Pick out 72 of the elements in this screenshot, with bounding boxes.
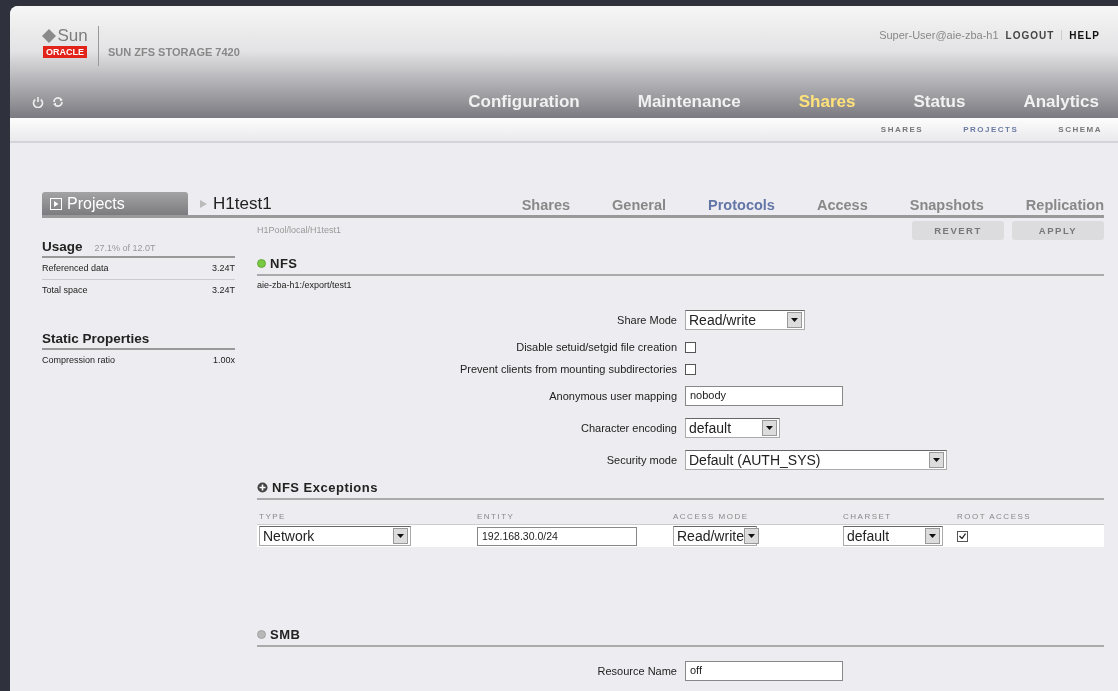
refresh-icon[interactable] bbox=[52, 96, 64, 108]
field-label: Character encoding bbox=[580, 422, 677, 434]
field-label: Resource Name bbox=[596, 665, 677, 677]
column-header: ROOT ACCESS bbox=[957, 512, 1033, 521]
dropdown[interactable]: Default (AUTH_SYS) bbox=[685, 450, 947, 470]
sub-nav-tab[interactable]: SCHEMA bbox=[1058, 125, 1102, 134]
column-header: ENTITY bbox=[477, 512, 516, 521]
input-field[interactable]: off bbox=[685, 661, 843, 681]
caret-icon bbox=[925, 528, 940, 544]
checkbox[interactable] bbox=[685, 341, 696, 353]
caret-icon bbox=[929, 452, 944, 468]
mount-path: aie-zba-h1:/export/test1 bbox=[257, 280, 353, 290]
column-header: TYPE bbox=[259, 512, 287, 521]
section-title: NFS Exceptions bbox=[272, 480, 378, 495]
section-title: SMB bbox=[270, 627, 301, 642]
panel-icon bbox=[50, 197, 62, 210]
user-name: Super-User@aie-zba-h1 bbox=[879, 29, 999, 41]
sub-nav-tab[interactable]: PROJECTS bbox=[963, 125, 1019, 134]
section-title: Usage bbox=[42, 239, 83, 254]
arrow-icon bbox=[200, 200, 207, 208]
caret-icon bbox=[393, 528, 408, 544]
field-label: Anonymous user mapping bbox=[548, 390, 677, 402]
property-label: Referenced data bbox=[42, 263, 109, 273]
field-label: Prevent clients from mounting subdirectories bbox=[458, 363, 677, 375]
product-name: SUN ZFS STORAGE 7420 bbox=[108, 46, 240, 58]
property-value: 3.24T bbox=[212, 263, 235, 273]
oracle-logo: ORACLE bbox=[43, 46, 87, 58]
checkbox[interactable] bbox=[685, 363, 696, 375]
property-label: Total space bbox=[42, 285, 88, 295]
logout-link[interactable]: LOGOUT bbox=[1005, 29, 1055, 41]
dropdown[interactable]: Read/write bbox=[685, 310, 805, 330]
caret-icon bbox=[743, 528, 759, 544]
usage-summary: 27.1% of 12.0T bbox=[94, 243, 156, 253]
column-header: CHARSET bbox=[843, 512, 893, 521]
nav-tab[interactable]: Maintenance bbox=[593, 92, 755, 112]
tab[interactable]: Access bbox=[816, 197, 868, 215]
field-label: Disable setuid/setgid file creation bbox=[515, 341, 677, 353]
section-title: Static Properties bbox=[42, 331, 150, 346]
column-header: ACCESS MODE bbox=[673, 512, 750, 521]
nav-tab[interactable]: Analytics bbox=[979, 92, 1113, 112]
checkbox[interactable] bbox=[957, 530, 968, 542]
tab[interactable]: Protocols bbox=[708, 197, 775, 215]
field-label: Share Mode bbox=[616, 314, 677, 326]
nav-tab[interactable]: Shares bbox=[754, 92, 870, 112]
dataset-path: H1Pool/local/H1test1 bbox=[257, 225, 342, 235]
property-value: 1.00x bbox=[212, 355, 235, 365]
help-link[interactable]: HELP bbox=[1069, 29, 1100, 41]
field-label: Security mode bbox=[605, 454, 677, 466]
sun-logo: Sun bbox=[42, 26, 88, 46]
diamond-icon bbox=[42, 29, 57, 43]
dropdown[interactable]: default bbox=[843, 526, 943, 546]
project-name: H1test1 bbox=[213, 193, 272, 214]
dropdown[interactable]: Network bbox=[259, 526, 411, 546]
dropdown[interactable]: Read/write bbox=[673, 526, 757, 546]
sub-nav-tab[interactable]: SHARES bbox=[880, 125, 924, 134]
tab[interactable]: Shares bbox=[521, 197, 571, 215]
nav-tab[interactable]: Status bbox=[869, 92, 980, 112]
power-icon[interactable] bbox=[32, 96, 44, 108]
input-field[interactable]: 192.168.30.0/24 bbox=[477, 526, 637, 546]
caret-icon bbox=[787, 312, 802, 328]
tab[interactable]: General bbox=[612, 197, 667, 215]
caret-icon bbox=[762, 420, 777, 436]
projects-button[interactable]: Projects bbox=[42, 192, 188, 215]
section-title: NFS bbox=[270, 256, 298, 271]
add-icon[interactable] bbox=[257, 482, 268, 493]
property-label: Compression ratio bbox=[42, 355, 116, 365]
tab[interactable]: Replication bbox=[1025, 197, 1104, 215]
property-value: 3.24T bbox=[212, 285, 235, 295]
input-field[interactable]: nobody bbox=[685, 386, 843, 406]
nav-tab[interactable]: Configuration bbox=[424, 92, 594, 112]
dropdown[interactable]: default bbox=[685, 418, 780, 438]
tab[interactable]: Snapshots bbox=[909, 197, 984, 215]
